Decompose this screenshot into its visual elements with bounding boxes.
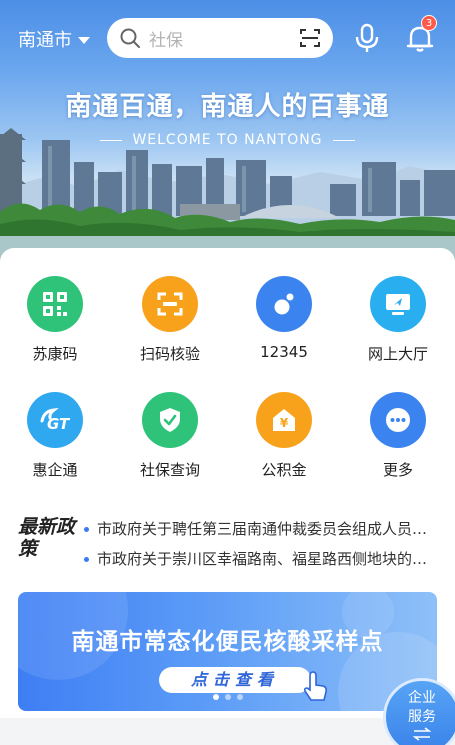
service-huiqitong[interactable]: GT 惠企通 [0,392,110,480]
service-label: 社保查询 [139,461,200,479]
carousel-dot [225,694,231,700]
news-item[interactable]: 市政府关于聘任第三届南通仲裁委员会组成人员的通知 [84,518,436,539]
bullet-icon [84,557,89,562]
housing-fund-icon: ¥ [256,392,312,448]
scan-icon[interactable] [299,27,321,49]
service-online-hall[interactable]: 网上大厅 [343,276,453,364]
search-input[interactable]: 社保 [149,26,299,51]
promo-banner[interactable]: 南通市常态化便民核酸采样点 点击查看 [18,592,437,711]
main-card: 苏康码 扫码核验 12345 网上大厅 GT 惠企通 社保查询 ¥ 公积金 更多… [0,248,455,718]
carousel-dot [237,694,243,700]
service-social-security[interactable]: 社保查询 [115,392,225,480]
qr-code-icon [27,276,83,332]
svg-text:GT: GT [47,415,71,433]
scan-icon [142,276,198,332]
carousel-dot-active [213,694,219,700]
news-section-title: 最新政策 [18,516,76,560]
online-hall-icon [370,276,426,332]
service-label: 苏康码 [32,345,78,363]
svg-text:¥: ¥ [280,416,289,430]
enterprise-service-button[interactable]: 企业 服务 [383,678,455,745]
hand-pointer-icon [303,671,327,701]
bullet-icon [84,527,89,532]
more-icon [370,392,426,448]
enterprise-service-line2: 服务 [408,709,436,725]
service-more[interactable]: 更多 [343,392,453,480]
news-item-text: 市政府关于崇川区幸福路南、福星路西侧地块的批复 [97,550,436,568]
hero-slogan: 南通百通，南通人的百事通 [65,92,390,122]
switch-arrows-icon [412,727,432,741]
news-item[interactable]: 市政府关于崇川区幸福路南、福星路西侧地块的批复 [84,548,436,569]
service-label: 更多 [382,461,413,479]
enterprise-service-line1: 企业 [408,690,436,706]
news-item-text: 市政府关于聘任第三届南通仲裁委员会组成人员的通知 [97,520,436,538]
service-label: 公积金 [261,461,307,479]
service-housing-fund[interactable]: ¥ 公积金 [229,392,339,480]
hotline-icon [256,276,312,332]
service-scan-verify[interactable]: 扫码核验 [115,276,225,364]
service-12345[interactable]: 12345 [229,276,339,361]
search-bar[interactable]: 社保 [107,18,333,58]
microphone-icon[interactable] [352,22,382,54]
divider-right [332,139,355,141]
search-icon [120,28,140,48]
service-label: 扫码核验 [139,345,200,363]
hero-subtitle: WELCOME TO NANTONG [0,132,455,148]
city-label: 南通市 [18,30,72,51]
city-selector[interactable]: 南通市 [18,26,90,52]
city-skyline-image [0,128,455,268]
banner-title: 南通市常态化便民核酸采样点 [71,629,384,655]
service-label: 12345 [260,343,308,361]
notification-badge: 3 [421,15,437,31]
caret-down-icon [78,36,90,44]
service-sukangma[interactable]: 苏康码 [0,276,110,364]
banner-view-button[interactable]: 点击查看 [159,667,311,693]
hero-subtitle-text: WELCOME TO NANTONG [132,132,323,148]
carousel-indicator [213,694,243,700]
divider-left [100,139,123,141]
hero-banner: 南通市 社保 3 南通百通，南通人的百事通 WELCOME TO NANTONG [0,0,455,268]
service-label: 惠企通 [32,461,78,479]
service-label: 网上大厅 [367,345,428,363]
shield-check-icon [142,392,198,448]
enterprise-icon: GT [27,392,83,448]
